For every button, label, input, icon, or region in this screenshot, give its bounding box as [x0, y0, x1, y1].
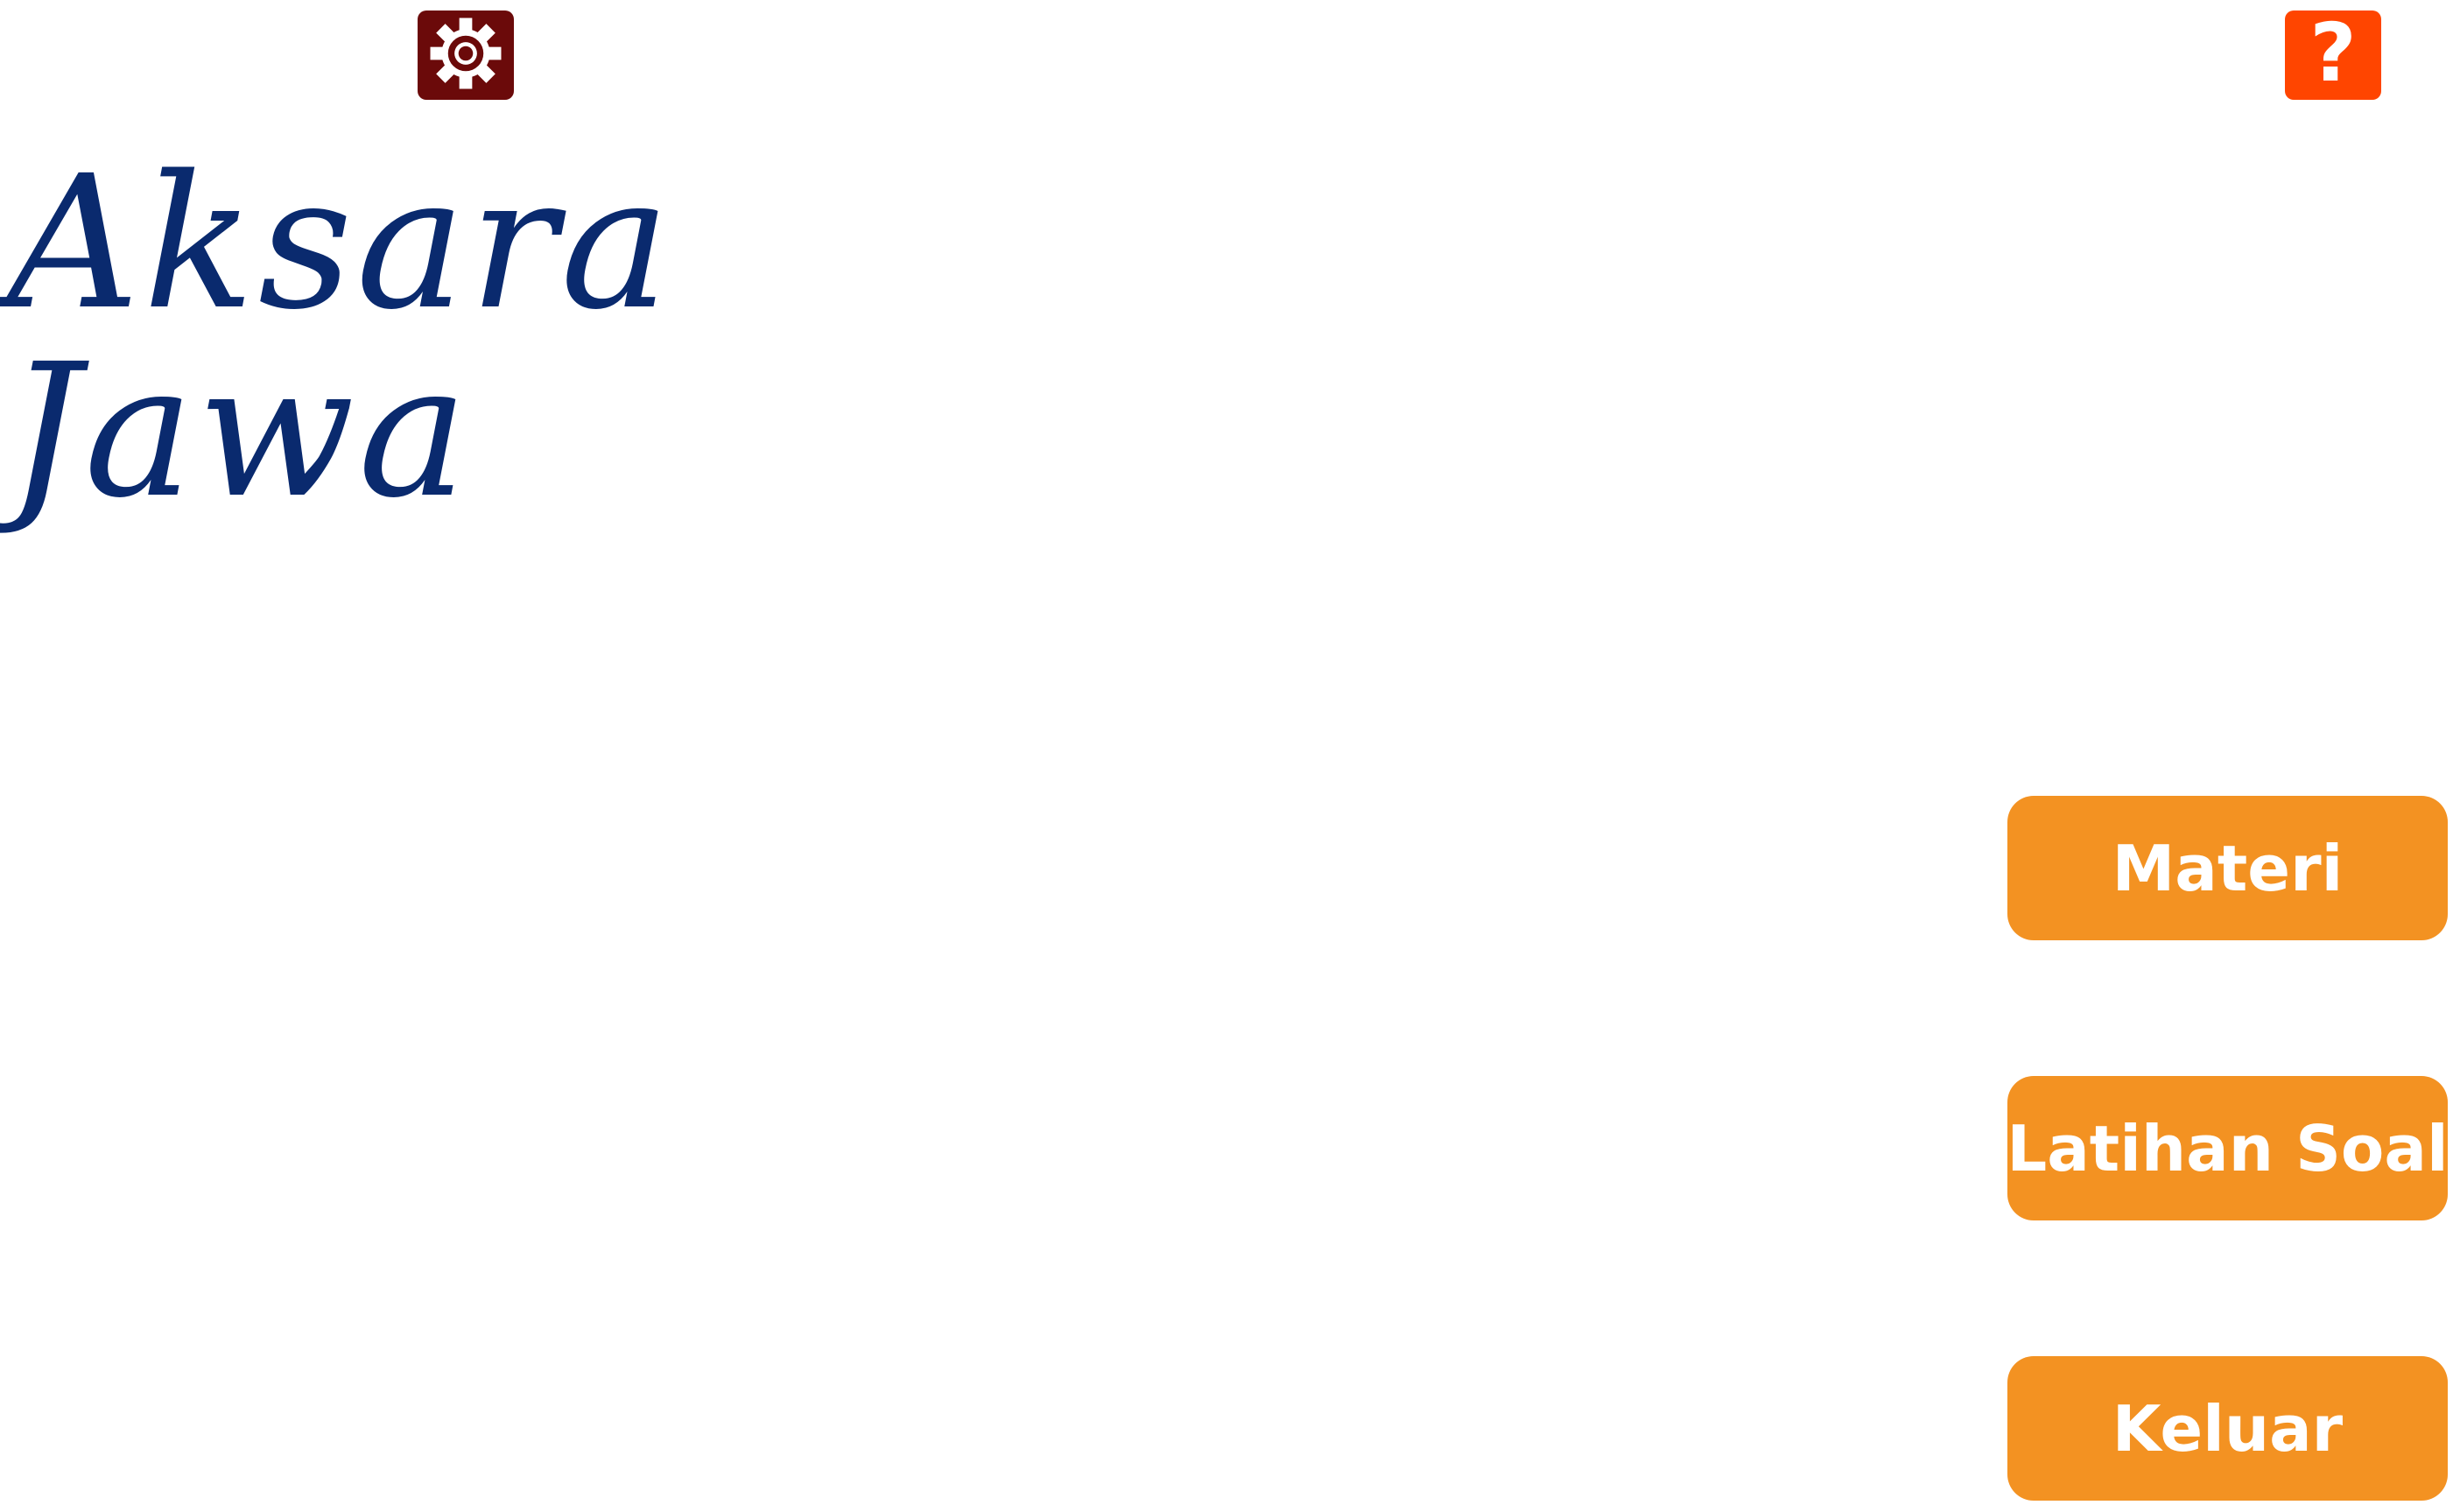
help-button[interactable]: ? [2285, 11, 2381, 100]
settings-button[interactable] [418, 11, 514, 100]
question-icon: ? [2309, 6, 2357, 100]
main-screen: ? Aksara Jawa Materi Latihan Soal Keluar [0, 0, 2460, 1512]
title-line-1: Aksara [7, 136, 674, 350]
materi-button[interactable]: Materi [2007, 796, 2448, 940]
latihan-soal-button[interactable]: Latihan Soal [2007, 1076, 2449, 1220]
keluar-button[interactable]: Keluar [2007, 1356, 2448, 1501]
title-line-2: Jawa [7, 324, 472, 538]
app-title: Aksara Jawa [7, 149, 673, 525]
gear-icon [425, 13, 506, 97]
